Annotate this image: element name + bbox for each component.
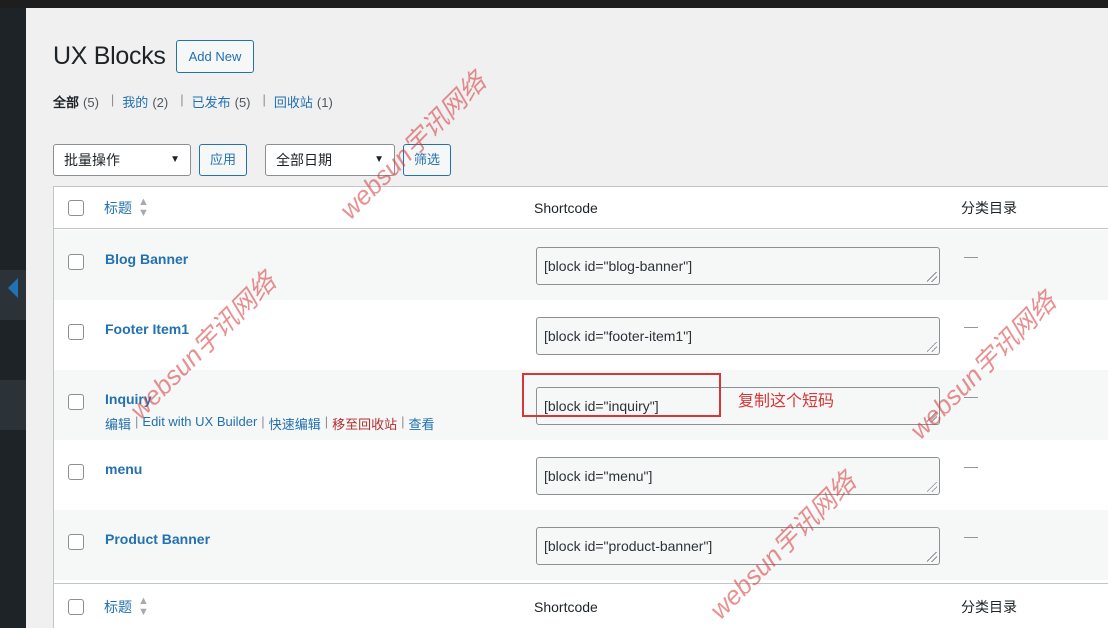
highlight-box (522, 373, 721, 417)
separator: | (324, 414, 329, 429)
table-header: 标题 ▲ ▼ Shortcode 分类目录 (54, 187, 1108, 229)
category-column-header: 分类目录 (961, 199, 1017, 216)
title-column-header[interactable]: 标题 ▲ ▼ (104, 195, 149, 219)
separator: | (261, 414, 265, 429)
bulk-action-value: 批量操作 (64, 152, 120, 168)
row-actions: 编辑 | Edit with UX Builder | 快速编辑 | 移至回收站… (105, 414, 435, 433)
shortcode-field[interactable]: [block id="footer-item1"] (536, 317, 940, 355)
separator: | (262, 92, 266, 107)
separator: | (135, 414, 139, 429)
resize-handle-icon[interactable] (927, 412, 937, 422)
sidebar-menu-item[interactable] (0, 380, 26, 430)
chevron-down-icon: ▼ (170, 154, 180, 165)
select-all-checkbox[interactable] (68, 200, 84, 216)
resize-handle-icon[interactable] (927, 272, 937, 282)
row-title-link[interactable]: Inquiry (105, 391, 152, 407)
filter-button[interactable]: 筛选 (403, 144, 452, 176)
view-published[interactable]: 已发布 (5) (192, 92, 251, 111)
row-title-link[interactable]: Product Banner (105, 531, 210, 547)
separator: | (110, 92, 115, 107)
page-title: UX Blocks (53, 42, 166, 70)
trash-link[interactable]: 移至回收站 (332, 414, 397, 433)
view-mine[interactable]: 我的 (2) (122, 92, 168, 111)
sort-icon: ▲ ▼ (138, 594, 149, 618)
row-checkbox[interactable] (68, 464, 84, 480)
quick-edit-link[interactable]: 快速编辑 (269, 414, 321, 433)
table-row: menu [block id="menu"] — (54, 440, 1108, 510)
shortcode-value: [block id="menu"] (544, 468, 653, 484)
row-checkbox[interactable] (68, 324, 84, 340)
resize-handle-icon[interactable] (927, 342, 937, 352)
category-value: — (964, 388, 978, 404)
title-header-label: 标题 (104, 199, 132, 216)
shortcode-value: [block id="product-banner"] (544, 538, 713, 554)
view-trash-count: (1) (316, 95, 333, 110)
row-title-link[interactable]: Blog Banner (105, 251, 188, 267)
category-value: — (964, 318, 978, 334)
row-checkbox[interactable] (68, 534, 84, 550)
title-column-header[interactable]: 标题 ▲ ▼ (104, 594, 149, 618)
row-checkbox[interactable] (68, 254, 84, 270)
chevron-down-icon: ▼ (374, 154, 385, 165)
bulk-action-select[interactable]: 批量操作 ▼ (53, 144, 191, 176)
category-column-footer: 分类目录 (961, 598, 1017, 615)
category-value: — (964, 248, 978, 264)
table-nav: 批量操作 ▼ 应用 全部日期 ▼ 筛选 (53, 144, 452, 176)
shortcode-value: [block id="footer-item1"] (544, 328, 693, 344)
category-value: — (964, 528, 978, 544)
edit-with-ux-builder-link[interactable]: Edit with UX Builder (142, 414, 257, 433)
admin-sidebar (0, 8, 26, 628)
shortcode-column-footer: Shortcode (534, 598, 598, 615)
date-filter-select[interactable]: 全部日期 ▼ (265, 144, 396, 176)
table-row: Footer Item1 [block id="footer-item1"] — (54, 300, 1108, 370)
apply-button[interactable]: 应用 (199, 144, 248, 176)
current-menu-arrow-icon (8, 278, 18, 298)
view-published-label[interactable]: 已发布 (192, 95, 231, 110)
row-title-link[interactable]: Footer Item1 (105, 321, 189, 337)
view-filters: 全部 (5) | 我的 (2) | 已发布 (5) | 回收站 (1) (53, 92, 333, 111)
separator: | (180, 92, 184, 107)
resize-handle-icon[interactable] (927, 482, 937, 492)
select-all-checkbox[interactable] (68, 599, 84, 615)
view-all[interactable]: 全部 (5) (53, 92, 99, 111)
view-mine-label[interactable]: 我的 (122, 95, 148, 110)
title-footer-label: 标题 (104, 598, 132, 615)
row-title-link[interactable]: menu (105, 461, 142, 477)
admin-bar (0, 0, 1108, 8)
shortcode-field[interactable]: [block id="menu"] (536, 457, 940, 495)
view-all-count: (5) (83, 95, 99, 110)
view-published-count: (5) (234, 95, 251, 110)
resize-handle-icon[interactable] (927, 552, 937, 562)
view-mine-count: (2) (152, 95, 169, 110)
add-new-button[interactable]: Add New (175, 40, 255, 73)
shortcode-column-header: Shortcode (534, 199, 598, 216)
annotation-note: 复制这个短码 (738, 393, 835, 410)
date-filter-value: 全部日期 (276, 152, 333, 168)
edit-link[interactable]: 编辑 (105, 414, 131, 433)
table-row: Blog Banner [block id="blog-banner"] — (54, 230, 1108, 300)
view-all-label: 全部 (53, 95, 80, 110)
shortcode-field[interactable]: [block id="blog-banner"] (536, 247, 940, 285)
sort-icon: ▲ ▼ (138, 195, 149, 219)
page-header: UX Blocks Add New (53, 40, 255, 73)
shortcode-field[interactable]: [block id="product-banner"] (536, 527, 940, 565)
view-trash[interactable]: 回收站 (1) (274, 92, 333, 111)
main-content: UX Blocks Add New 全部 (5) | 我的 (2) | 已发布 (5)… (26, 8, 1108, 628)
row-checkbox[interactable] (68, 394, 84, 410)
separator: | (401, 414, 405, 429)
table-row: Product Banner [block id="product-banner… (54, 510, 1108, 580)
view-trash-label[interactable]: 回收站 (274, 95, 313, 110)
shortcode-value: [block id="blog-banner"] (544, 258, 693, 274)
view-link[interactable]: 查看 (409, 414, 435, 433)
category-value: — (964, 458, 978, 474)
table-footer: 标题 ▲ ▼ Shortcode 分类目录 (54, 583, 1108, 628)
admin-screen: UX Blocks Add New 全部 (5) | 我的 (2) | 已发布 (5)… (0, 0, 1108, 628)
